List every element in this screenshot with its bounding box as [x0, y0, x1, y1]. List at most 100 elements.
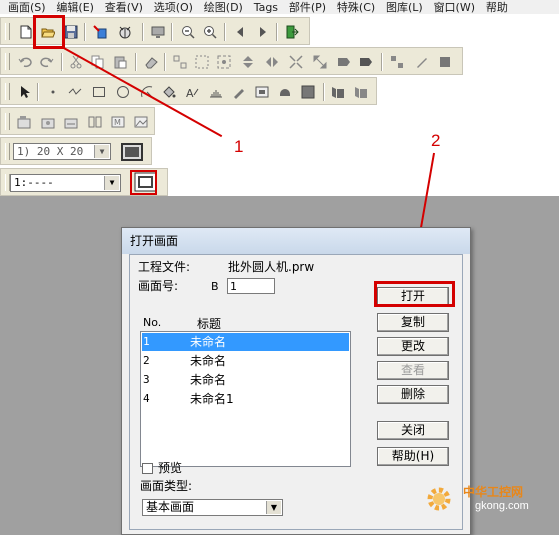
- menu-parts[interactable]: 部件(P): [289, 1, 326, 14]
- drawing-toolbar: A: [0, 77, 377, 105]
- debug-icon[interactable]: [118, 25, 132, 39]
- align-icon[interactable]: [289, 55, 303, 69]
- download-icon[interactable]: [93, 25, 107, 39]
- open-button-highlight-box: [374, 281, 455, 307]
- menu-tags[interactable]: Tags: [254, 1, 278, 14]
- list-header-no: No.: [143, 316, 162, 329]
- toolbar-area: A M 1) 20 X 20 ▼ 1:---- ▼: [0, 14, 559, 196]
- zoom-in-icon[interactable]: [203, 25, 217, 39]
- copy-button[interactable]: 复制: [377, 313, 449, 332]
- previous-icon[interactable]: [233, 25, 247, 39]
- image-icon[interactable]: [255, 85, 269, 99]
- part-switch-icon[interactable]: [17, 115, 31, 129]
- screen-type-select[interactable]: 基本画面 ▼: [142, 499, 283, 516]
- part-message-icon[interactable]: M: [111, 115, 125, 129]
- polyline-icon[interactable]: [68, 85, 82, 99]
- menu-window[interactable]: 窗口(W): [434, 1, 475, 14]
- callout-label-2: 2: [431, 131, 441, 150]
- monitor-icon[interactable]: [151, 25, 165, 39]
- menu-special[interactable]: 特殊(C): [337, 1, 375, 14]
- menu-options[interactable]: 选项(O): [154, 1, 193, 14]
- list-header-title: 标题: [197, 317, 222, 331]
- save-icon[interactable]: [64, 25, 78, 39]
- next-icon[interactable]: [256, 25, 270, 39]
- toolbar-separator: [381, 53, 383, 71]
- paint-icon[interactable]: [232, 85, 246, 99]
- delete-button[interactable]: 删除: [377, 385, 449, 404]
- dialog-title[interactable]: 打开画面: [122, 228, 470, 254]
- part-numeric-icon[interactable]: [64, 115, 78, 129]
- gear-icon: [427, 487, 451, 511]
- bring-front-icon[interactable]: [337, 55, 351, 69]
- close-button[interactable]: 关闭: [377, 421, 449, 440]
- parts-toolbar: M: [0, 107, 155, 135]
- preview-checkbox[interactable]: [142, 463, 153, 474]
- svg-text:A: A: [186, 87, 194, 99]
- list-item[interactable]: 3 未命名: [142, 371, 349, 389]
- toolbar-separator: [142, 23, 144, 41]
- rectangle-icon[interactable]: [92, 85, 106, 99]
- screen-type-label: 画面类型:: [140, 479, 193, 493]
- toolbar-grip[interactable]: [5, 143, 10, 160]
- library-2-icon[interactable]: [354, 85, 368, 99]
- screen-number-input[interactable]: [227, 278, 275, 294]
- dot-icon[interactable]: [46, 85, 60, 99]
- group-icon[interactable]: [173, 55, 187, 69]
- toolbar-grip[interactable]: [5, 83, 10, 100]
- help-button[interactable]: 帮助(H): [377, 447, 449, 466]
- chevron-down-icon[interactable]: ▼: [266, 501, 281, 514]
- flip-vertical-icon[interactable]: [241, 55, 255, 69]
- ungroup-icon[interactable]: [195, 55, 209, 69]
- chevron-down-icon[interactable]: ▼: [104, 176, 119, 190]
- watermark: 中华工控网 gkong.com: [423, 477, 559, 535]
- scale-icon[interactable]: [209, 85, 223, 99]
- undo-icon[interactable]: [18, 55, 32, 69]
- part-lamp-icon[interactable]: [41, 115, 55, 129]
- toolbar-grip[interactable]: [5, 113, 10, 130]
- toolbar-grip[interactable]: [5, 53, 10, 70]
- grid-toolbar: 1) 20 X 20 ▼: [0, 137, 152, 165]
- screen-list: 1 未命名 2 未命名 3 未命名 4 未命名1: [140, 331, 351, 467]
- text-icon[interactable]: A: [185, 85, 199, 99]
- eraser-icon[interactable]: [144, 55, 158, 69]
- part-digits-icon[interactable]: [88, 115, 102, 129]
- toolbar-separator: [135, 53, 137, 71]
- lamp-icon[interactable]: [278, 85, 292, 99]
- exit-icon[interactable]: [285, 25, 299, 39]
- toolbar-separator: [61, 53, 63, 71]
- menu-screen[interactable]: 画面(S): [8, 1, 46, 14]
- rotate-icon[interactable]: [217, 55, 231, 69]
- zoom-out-icon[interactable]: [181, 25, 195, 39]
- menu-draw[interactable]: 绘图(D): [204, 1, 243, 14]
- menu-edit[interactable]: 编辑(E): [56, 1, 94, 14]
- menu-view[interactable]: 查看(V): [105, 1, 143, 14]
- grid-icon[interactable]: [390, 55, 404, 69]
- list-item[interactable]: 4 未命名1: [142, 390, 349, 408]
- toolbar-grip[interactable]: [5, 23, 10, 40]
- fill-icon[interactable]: [438, 55, 452, 69]
- pointer-icon[interactable]: [18, 85, 32, 99]
- part-graphic-icon[interactable]: [134, 115, 148, 129]
- panel-icon[interactable]: [301, 85, 315, 99]
- library-icon[interactable]: [331, 85, 345, 99]
- resize-icon[interactable]: [313, 55, 327, 69]
- view-button[interactable]: 查看: [377, 361, 449, 380]
- list-item[interactable]: 1 未命名: [142, 333, 349, 351]
- circle-icon[interactable]: [116, 85, 130, 99]
- menu-library[interactable]: 图库(L): [386, 1, 423, 14]
- redo-icon[interactable]: [40, 55, 54, 69]
- pen-icon[interactable]: [415, 55, 429, 69]
- flip-horizontal-icon[interactable]: [265, 55, 279, 69]
- new-file-icon[interactable]: [19, 25, 33, 39]
- watermark-domain: gkong.com: [475, 500, 529, 512]
- list-item[interactable]: 2 未命名: [142, 352, 349, 370]
- menu-help[interactable]: 帮助: [486, 1, 508, 14]
- grid-display-icon[interactable]: [120, 142, 144, 162]
- chevron-down-icon[interactable]: ▼: [94, 145, 109, 158]
- page-select-combo[interactable]: 1:---- ▼: [10, 174, 121, 192]
- fill-bucket-icon[interactable]: [162, 85, 176, 99]
- send-back-icon[interactable]: [359, 55, 373, 69]
- grid-size-combo[interactable]: 1) 20 X 20 ▼: [13, 143, 111, 160]
- change-button[interactable]: 更改: [377, 337, 449, 356]
- paste-icon[interactable]: [113, 55, 127, 69]
